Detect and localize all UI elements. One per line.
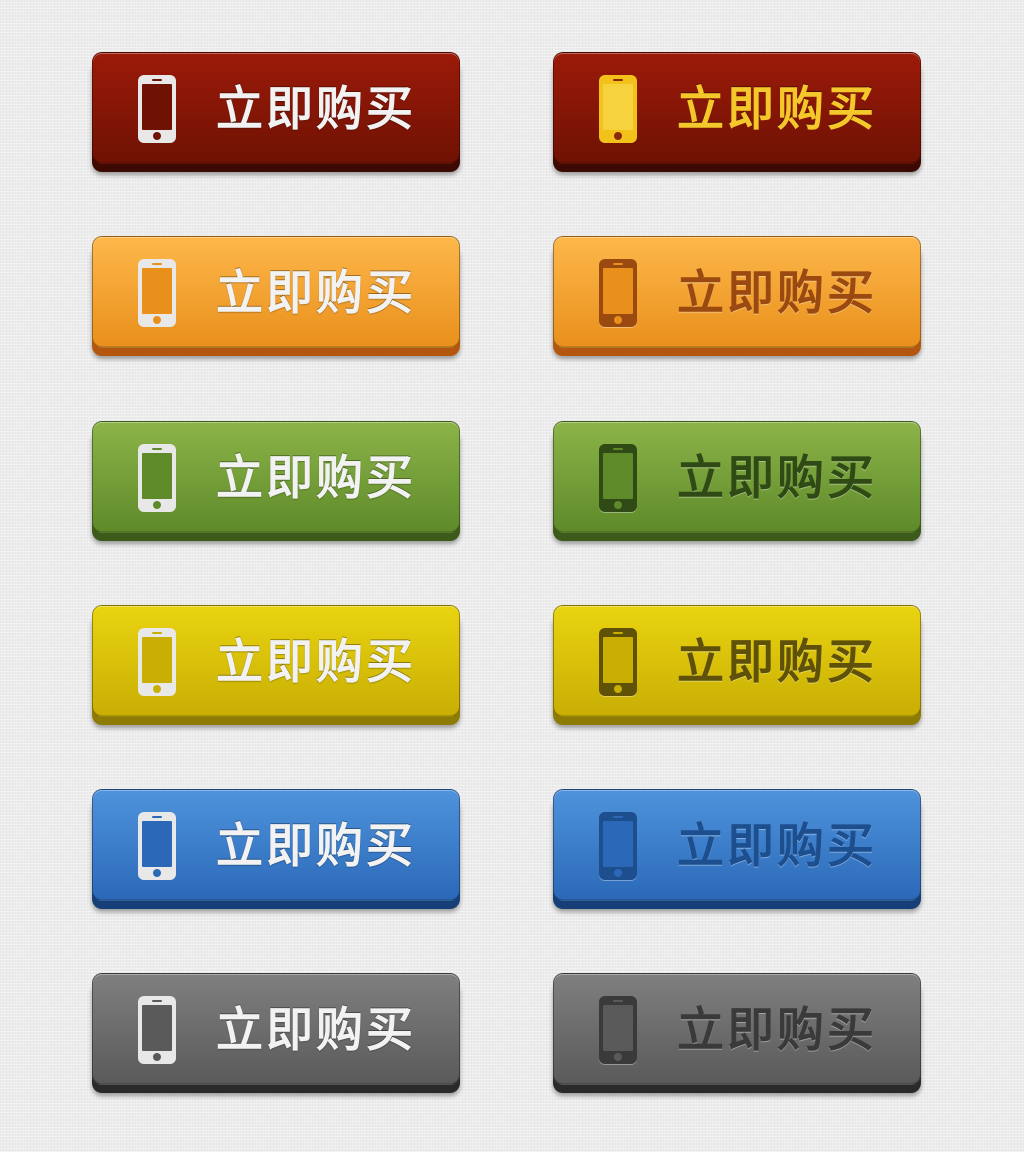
buy-now-button-gray-dark[interactable]: 立即购买 — [553, 973, 921, 1093]
button-label: 立即购买 — [216, 1003, 416, 1058]
phone-icon — [599, 812, 637, 880]
buy-now-button-blue-dark[interactable]: 立即购买 — [553, 789, 921, 909]
phone-icon — [138, 628, 176, 696]
button-label: 立即购买 — [677, 266, 877, 321]
button-label: 立即购买 — [677, 1003, 877, 1058]
button-label: 立即购买 — [677, 819, 877, 874]
buy-now-button-red-gold[interactable]: 立即购买 — [553, 52, 921, 172]
phone-icon — [138, 259, 176, 327]
button-label: 立即购买 — [677, 82, 877, 137]
buy-now-button-green-light[interactable]: 立即购买 — [92, 421, 460, 541]
buy-now-button-gray-light[interactable]: 立即购买 — [92, 973, 460, 1093]
button-label: 立即购买 — [216, 819, 416, 874]
phone-icon — [599, 75, 637, 143]
button-label: 立即购买 — [216, 451, 416, 506]
button-label: 立即购买 — [677, 635, 877, 690]
buy-now-button-green-dark[interactable]: 立即购买 — [553, 421, 921, 541]
phone-icon — [138, 75, 176, 143]
phone-icon — [599, 444, 637, 512]
phone-icon — [599, 628, 637, 696]
buy-now-button-blue-light[interactable]: 立即购买 — [92, 789, 460, 909]
phone-icon — [599, 259, 637, 327]
button-label: 立即购买 — [216, 82, 416, 137]
buy-now-button-yellow-dark[interactable]: 立即购买 — [553, 605, 921, 725]
button-label: 立即购买 — [216, 266, 416, 321]
buy-now-button-red-light[interactable]: 立即购买 — [92, 52, 460, 172]
button-label: 立即购买 — [677, 451, 877, 506]
phone-icon — [599, 996, 637, 1064]
button-label: 立即购买 — [216, 635, 416, 690]
buy-now-button-yellow-light[interactable]: 立即购买 — [92, 605, 460, 725]
phone-icon — [138, 812, 176, 880]
phone-icon — [138, 996, 176, 1064]
buy-now-button-orange-light[interactable]: 立即购买 — [92, 236, 460, 356]
phone-icon — [138, 444, 176, 512]
buy-now-button-orange-dark[interactable]: 立即购买 — [553, 236, 921, 356]
